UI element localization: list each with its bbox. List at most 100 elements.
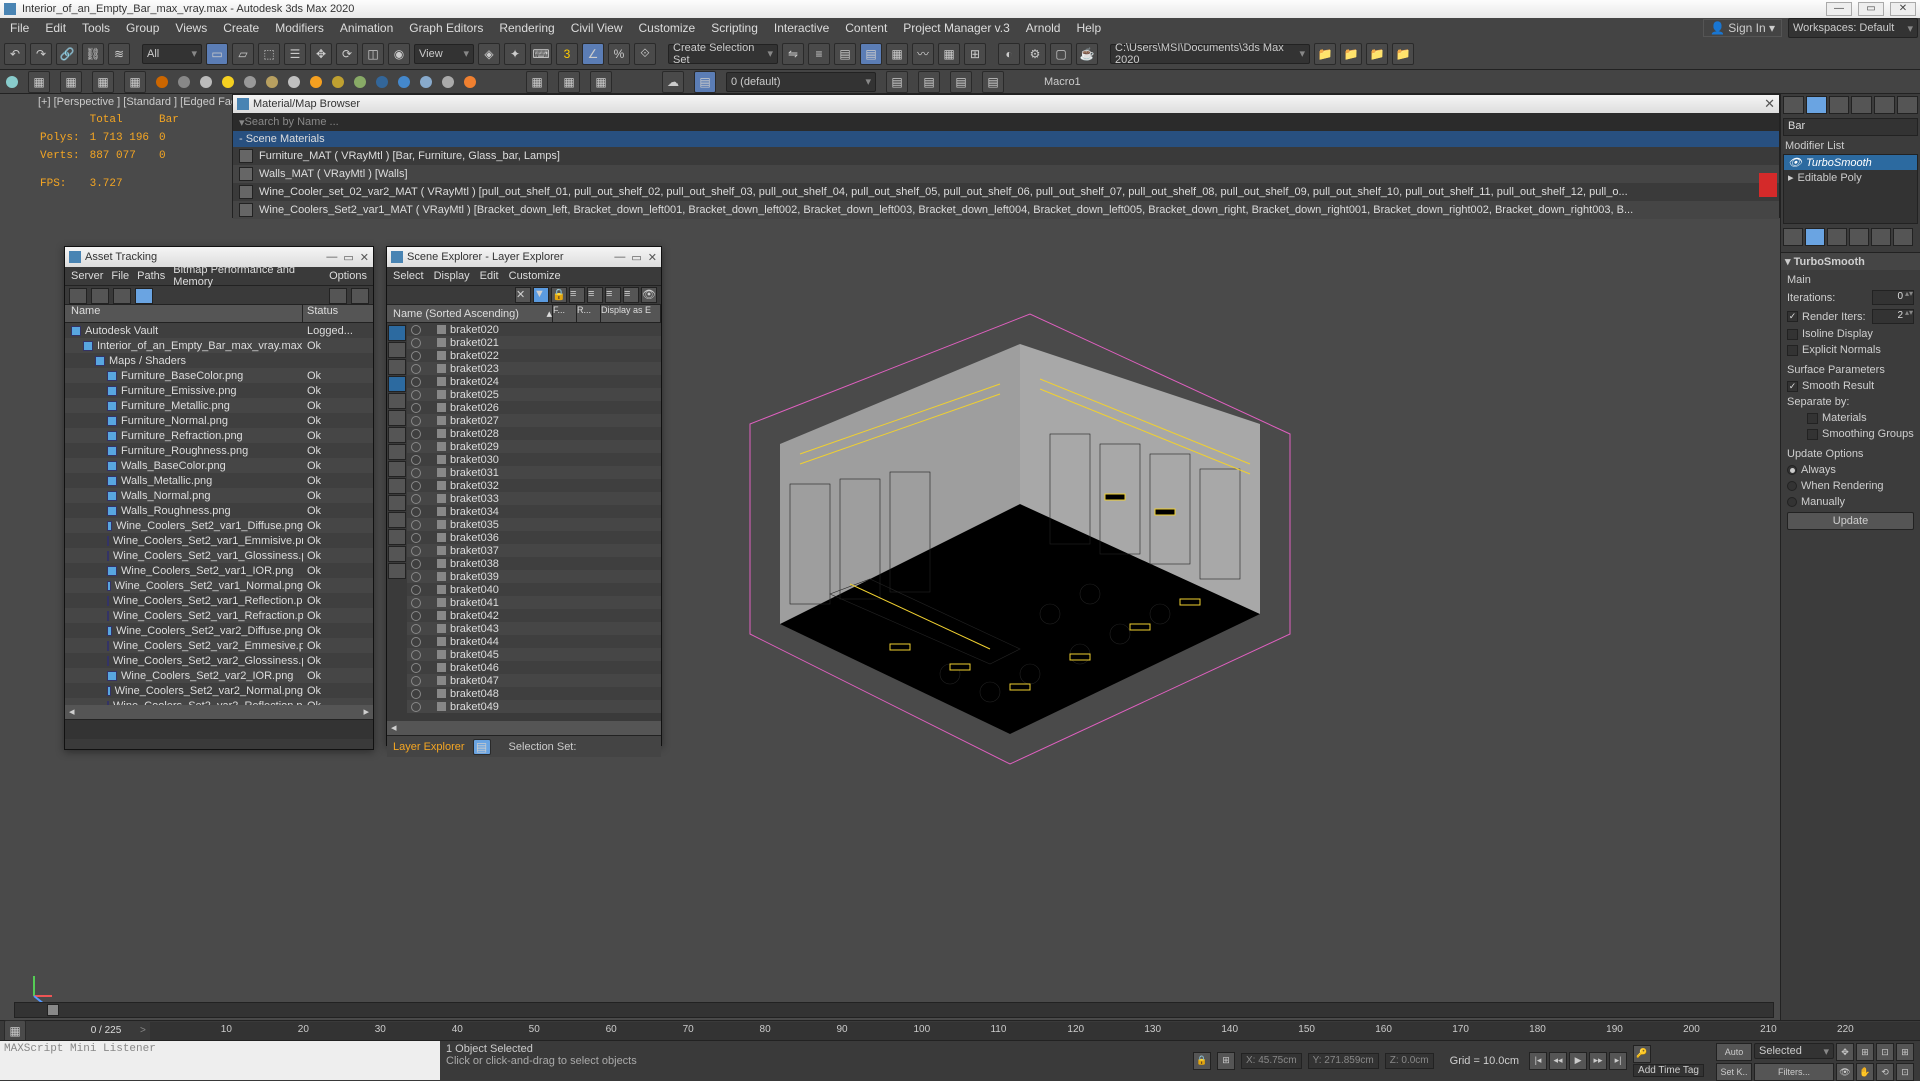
scene-item[interactable]: braket044 xyxy=(407,635,661,648)
menu-arnold[interactable]: Arnold xyxy=(1018,19,1069,37)
material-row[interactable]: Walls_MAT ( VRayMtl ) [Walls] xyxy=(233,165,1779,183)
maximize-icon[interactable]: ▭ xyxy=(343,251,353,264)
minimize-icon[interactable]: — xyxy=(614,251,625,264)
render-iters-spinner[interactable]: 2 xyxy=(1872,309,1914,324)
keyfilter-dropdown[interactable]: Selected xyxy=(1754,1043,1834,1059)
percent-snap-toggle[interactable]: % xyxy=(608,43,630,65)
visibility-icon[interactable] xyxy=(411,416,421,426)
scene-tb-btn[interactable]: ✕ xyxy=(515,287,531,303)
scene-menu-item[interactable]: Select xyxy=(393,270,424,282)
scene-tb-btn[interactable]: ≡ xyxy=(569,287,585,303)
scene-item[interactable]: braket034 xyxy=(407,505,661,518)
dot-icon[interactable] xyxy=(398,76,410,88)
scene-side-btn[interactable] xyxy=(388,342,406,358)
scene-item[interactable]: braket031 xyxy=(407,466,661,479)
schematic-view-button[interactable]: ⊞ xyxy=(964,43,986,65)
visibility-icon[interactable] xyxy=(411,624,421,634)
auto-key-button[interactable]: Auto xyxy=(1716,1043,1752,1061)
asset-row[interactable]: Wine_Coolers_Set2_var1_Normal.pngOk xyxy=(65,578,373,593)
scene-item[interactable]: braket046 xyxy=(407,661,661,674)
link-button[interactable]: 🔗 xyxy=(56,43,78,65)
remove-mod-button[interactable] xyxy=(1849,228,1869,246)
timeconfig-button[interactable]: ▦ xyxy=(4,1020,26,1042)
visibility-icon[interactable] xyxy=(411,429,421,439)
filters-button[interactable]: Filters... xyxy=(1754,1063,1834,1081)
asset-tb-btn[interactable] xyxy=(351,288,369,304)
menu-group[interactable]: Group xyxy=(118,19,167,37)
dot-icon[interactable] xyxy=(244,76,256,88)
set-key-button[interactable]: Set K.. xyxy=(1716,1063,1752,1081)
dot-icon[interactable] xyxy=(464,76,476,88)
t2-btn[interactable]: ▤ xyxy=(886,71,908,93)
visibility-icon[interactable] xyxy=(411,637,421,647)
asset-row[interactable]: Furniture_BaseColor.pngOk xyxy=(65,368,373,383)
visibility-icon[interactable] xyxy=(411,702,421,712)
col-r[interactable]: R... xyxy=(577,305,601,322)
scene-item[interactable]: braket045 xyxy=(407,648,661,661)
maximize-button[interactable]: ▭ xyxy=(1858,2,1884,16)
menu-scripting[interactable]: Scripting xyxy=(703,19,766,37)
isoline-checkbox[interactable] xyxy=(1787,329,1798,340)
asset-menu-item[interactable]: Paths xyxy=(137,270,165,282)
t2-btn[interactable]: ▦ xyxy=(28,71,50,93)
asset-tb-btn[interactable] xyxy=(113,288,131,304)
asset-row[interactable]: Furniture_Normal.pngOk xyxy=(65,413,373,428)
visibility-icon[interactable] xyxy=(411,520,421,530)
t2-btn[interactable]: ▦ xyxy=(526,71,548,93)
select-by-name-button[interactable]: ☰ xyxy=(284,43,306,65)
asset-row[interactable]: Walls_Normal.pngOk xyxy=(65,488,373,503)
modifier-stack[interactable]: 👁 TurboSmooth ▸ Editable Poly xyxy=(1783,154,1918,224)
proj1-button[interactable]: 📁 xyxy=(1314,43,1336,65)
menu-project-manager-v-3[interactable]: Project Manager v.3 xyxy=(895,19,1018,37)
asset-row[interactable]: Furniture_Roughness.pngOk xyxy=(65,443,373,458)
t2-btn[interactable]: ▦ xyxy=(558,71,580,93)
dot-icon[interactable] xyxy=(310,76,322,88)
time-ruler[interactable]: ▦ 0 / 225 > 1020304050607080901001101201… xyxy=(0,1020,1920,1040)
visibility-icon[interactable] xyxy=(411,663,421,673)
scene-menu-item[interactable]: Edit xyxy=(480,270,499,282)
scene-tb-btn[interactable]: ≡ xyxy=(623,287,639,303)
modify-tab[interactable] xyxy=(1806,96,1827,114)
t2-btn[interactable]: ▦ xyxy=(124,71,146,93)
visibility-icon[interactable] xyxy=(411,507,421,517)
lock-icon[interactable]: 🔒 xyxy=(1193,1052,1211,1070)
asset-row[interactable]: Wine_Coolers_Set2_var1_Emmisive.pngOk xyxy=(65,533,373,548)
render-button[interactable]: ☕ xyxy=(1076,43,1098,65)
coord-z[interactable]: Z: 0.0cm xyxy=(1385,1053,1434,1069)
display-tab[interactable] xyxy=(1874,96,1895,114)
menu-interactive[interactable]: Interactive xyxy=(766,19,837,37)
scene-item[interactable]: braket024 xyxy=(407,375,661,388)
add-time-tag[interactable]: Add Time Tag xyxy=(1633,1064,1704,1077)
update-button[interactable]: Update xyxy=(1787,512,1914,530)
asset-row[interactable]: Wine_Coolers_Set2_var2_Diffuse.pngOk xyxy=(65,623,373,638)
menu-views[interactable]: Views xyxy=(167,19,215,37)
visibility-icon[interactable] xyxy=(411,403,421,413)
scene-item[interactable]: braket032 xyxy=(407,479,661,492)
proj3-button[interactable]: 📁 xyxy=(1366,43,1388,65)
layer-dropdown[interactable]: 0 (default) xyxy=(726,72,876,92)
placement-button[interactable]: ◉ xyxy=(388,43,410,65)
scale-button[interactable]: ◫ xyxy=(362,43,384,65)
t2-btn[interactable]: ▤ xyxy=(982,71,1004,93)
visibility-icon[interactable] xyxy=(411,338,421,348)
asset-tb-btn[interactable] xyxy=(69,288,87,304)
layer-btn[interactable]: ▤ xyxy=(473,739,491,755)
close-icon[interactable]: ✕ xyxy=(1764,96,1775,112)
visibility-icon[interactable] xyxy=(411,494,421,504)
object-name-field[interactable]: Bar xyxy=(1783,118,1918,136)
asset-menu-item[interactable]: Server xyxy=(71,270,103,282)
dot-icon[interactable] xyxy=(6,76,18,88)
motion-tab[interactable] xyxy=(1851,96,1872,114)
asset-row[interactable]: Wine_Coolers_Set2_var1_Reflection.pngOk xyxy=(65,593,373,608)
nav-btn[interactable]: ⊞ xyxy=(1856,1043,1874,1061)
visibility-icon[interactable] xyxy=(411,546,421,556)
snap-toggle[interactable]: 3 xyxy=(556,43,578,65)
dot-icon[interactable] xyxy=(200,76,212,88)
scene-item[interactable]: braket039 xyxy=(407,570,661,583)
nav-btn[interactable]: 👁 xyxy=(1836,1063,1854,1081)
scene-side-btn[interactable] xyxy=(388,546,406,562)
move-button[interactable]: ✥ xyxy=(310,43,332,65)
col-display[interactable]: Display as E xyxy=(601,305,661,322)
minimize-icon[interactable]: — xyxy=(326,251,337,264)
mmb-search[interactable]: ▾ Search by Name ... xyxy=(233,113,1779,131)
